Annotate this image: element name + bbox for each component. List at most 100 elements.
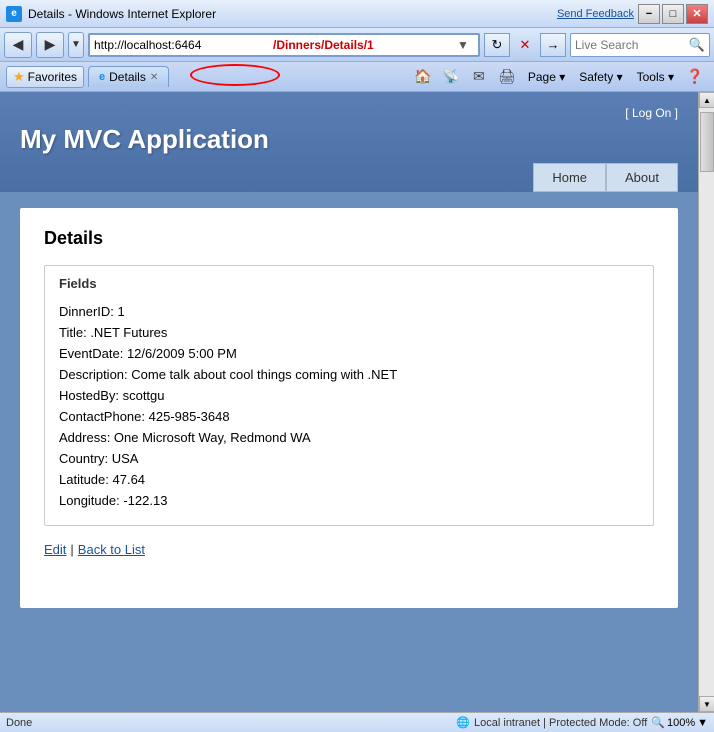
field-longitude: Longitude: -122.13 xyxy=(59,490,639,511)
field-label-title: Title: xyxy=(59,325,90,340)
field-value-longitude: -122.13 xyxy=(123,493,167,508)
field-label-latitude: Latitude: xyxy=(59,472,113,487)
home-icon-btn[interactable]: 🏠 xyxy=(410,65,436,89)
field-label-longitude: Longitude: xyxy=(59,493,123,508)
tab-label: Details xyxy=(109,70,146,84)
edit-link[interactable]: Edit xyxy=(44,542,66,557)
field-value-hostedby: scottgu xyxy=(123,388,165,403)
field-label-hostedby: HostedBy: xyxy=(59,388,123,403)
field-hostedby: HostedBy: scottgu xyxy=(59,385,639,406)
browser-tab[interactable]: e Details ✕ xyxy=(88,66,169,87)
address-bar: ◀ ▶ ▼ http://localhost:6464/Dinners/Deta… xyxy=(0,28,714,62)
field-latitude: Latitude: 47.64 xyxy=(59,469,639,490)
back-to-list-link[interactable]: Back to List xyxy=(78,542,145,557)
field-contactphone: ContactPhone: 425-985-3648 xyxy=(59,406,639,427)
search-button[interactable]: 🔍 xyxy=(689,37,705,53)
address-dropdown-btn[interactable]: ▼ xyxy=(452,34,474,56)
fields-legend: Fields xyxy=(59,276,639,291)
browser-icon-small: e xyxy=(99,71,105,83)
field-value-title: .NET Futures xyxy=(90,325,167,340)
scroll-thumb[interactable] xyxy=(700,112,714,172)
field-label-eventdate: EventDate: xyxy=(59,346,127,361)
feeds-icon-btn[interactable]: 📡 xyxy=(438,65,464,89)
nav-about[interactable]: About xyxy=(606,163,678,192)
field-value-latitude: 47.64 xyxy=(113,472,146,487)
zoom-level: 100% xyxy=(667,717,695,729)
safety-menu-btn[interactable]: Safety ▾ xyxy=(573,68,628,86)
mail-icon-btn[interactable]: ✉ xyxy=(466,65,492,89)
print-icon-btn[interactable]: 🖨 xyxy=(494,65,520,89)
status-text: Done xyxy=(6,717,32,729)
field-value-eventdate: 12/6/2009 5:00 PM xyxy=(127,346,237,361)
nav-menu: Home About xyxy=(20,163,678,192)
zoom-dropdown-icon: ▼ xyxy=(697,717,708,729)
browser-icon: e xyxy=(6,6,22,22)
field-description: Description: Come talk about cool things… xyxy=(59,364,639,385)
link-separator: | xyxy=(70,542,73,557)
scroll-track[interactable] xyxy=(699,108,714,696)
back-button[interactable]: ◀ xyxy=(4,32,32,58)
forward-button[interactable]: ▶ xyxy=(36,32,64,58)
status-zone: 🌐 Local intranet | Protected Mode: Off xyxy=(456,716,647,729)
field-label-contactphone: ContactPhone: xyxy=(59,409,149,424)
dropdown-button[interactable]: ▼ xyxy=(68,32,84,58)
browser-content: [ Log On ] My MVC Application Home About… xyxy=(0,92,714,712)
field-value-contactphone: 425-985-3648 xyxy=(149,409,230,424)
title-bar: e Details - Windows Internet Explorer Se… xyxy=(0,0,714,28)
zone-text: Local intranet | Protected Mode: Off xyxy=(474,717,647,729)
page-heading: Details xyxy=(44,228,654,249)
page-content: [ Log On ] My MVC Application Home About… xyxy=(0,92,698,712)
restore-button[interactable]: □ xyxy=(662,4,684,24)
field-address: Address: One Microsoft Way, Redmond WA xyxy=(59,427,639,448)
status-bar: Done 🌐 Local intranet | Protected Mode: … xyxy=(0,712,714,732)
app-title: My MVC Application xyxy=(20,124,678,163)
nav-home[interactable]: Home xyxy=(533,163,606,192)
window-title: Details - Windows Internet Explorer xyxy=(28,7,216,21)
app-header: [ Log On ] My MVC Application Home About xyxy=(0,92,698,192)
field-label-address: Address: xyxy=(59,430,114,445)
header-top: [ Log On ] xyxy=(20,102,678,124)
address-input[interactable]: http://localhost:6464/Dinners/Details/1 … xyxy=(88,33,480,57)
field-dinnerid: DinnerID: 1 xyxy=(59,301,639,322)
field-label-country: Country: xyxy=(59,451,112,466)
scroll-up-arrow[interactable]: ▲ xyxy=(699,92,714,108)
send-feedback-link[interactable]: Send Feedback xyxy=(557,8,634,20)
field-country: Country: USA xyxy=(59,448,639,469)
field-value-address: One Microsoft Way, Redmond WA xyxy=(114,430,311,445)
tools-menu-btn[interactable]: Tools ▾ xyxy=(631,68,680,86)
address-highlight: /Dinners/Details/1 xyxy=(273,38,452,52)
refresh-button[interactable]: ↻ xyxy=(484,33,510,57)
log-on-link[interactable]: [ Log On ] xyxy=(625,106,678,120)
stop-button[interactable]: ✕ xyxy=(514,33,536,57)
zoom-icon: 🔍 xyxy=(651,716,665,729)
field-label-dinnerid: DinnerID: xyxy=(59,304,118,319)
close-button[interactable]: ✕ xyxy=(686,4,708,24)
field-value-dinnerid: 1 xyxy=(118,304,125,319)
action-links: Edit | Back to List xyxy=(44,542,654,557)
fields-box: Fields DinnerID: 1 Title: .NET Futures E… xyxy=(44,265,654,526)
favorites-bar: ★ Favorites e Details ✕ 🏠 📡 ✉ 🖨 Page ▾ S… xyxy=(0,62,714,92)
favorites-button[interactable]: ★ Favorites xyxy=(6,66,84,88)
field-value-country: USA xyxy=(112,451,139,466)
content-card: Details Fields DinnerID: 1 Title: .NET F… xyxy=(20,208,678,608)
field-label-description: Description: xyxy=(59,367,131,382)
search-input[interactable] xyxy=(575,38,689,52)
star-icon: ★ xyxy=(13,69,25,85)
scroll-down-arrow[interactable]: ▼ xyxy=(699,696,714,712)
favorites-label: Favorites xyxy=(28,70,77,84)
go-button[interactable]: → xyxy=(540,33,566,57)
tab-close-icon[interactable]: ✕ xyxy=(150,72,158,83)
address-prefix: http://localhost:6464 xyxy=(94,38,273,52)
field-value-description: Come talk about cool things coming with … xyxy=(131,367,397,382)
field-title: Title: .NET Futures xyxy=(59,322,639,343)
page-menu-btn[interactable]: Page ▾ xyxy=(522,68,571,86)
zone-icon: 🌐 xyxy=(456,716,470,729)
status-right: 🌐 Local intranet | Protected Mode: Off 🔍… xyxy=(456,716,708,729)
help-icon-btn[interactable]: ❓ xyxy=(682,65,708,89)
toolbar-icons: 🏠 📡 ✉ 🖨 Page ▾ Safety ▾ Tools ▾ ❓ xyxy=(410,65,708,89)
minimize-button[interactable]: − xyxy=(638,4,660,24)
scrollbar: ▲ ▼ xyxy=(698,92,714,712)
field-eventdate: EventDate: 12/6/2009 5:00 PM xyxy=(59,343,639,364)
search-box: 🔍 xyxy=(570,33,710,57)
zoom-button[interactable]: 🔍 100% ▼ xyxy=(651,716,708,729)
